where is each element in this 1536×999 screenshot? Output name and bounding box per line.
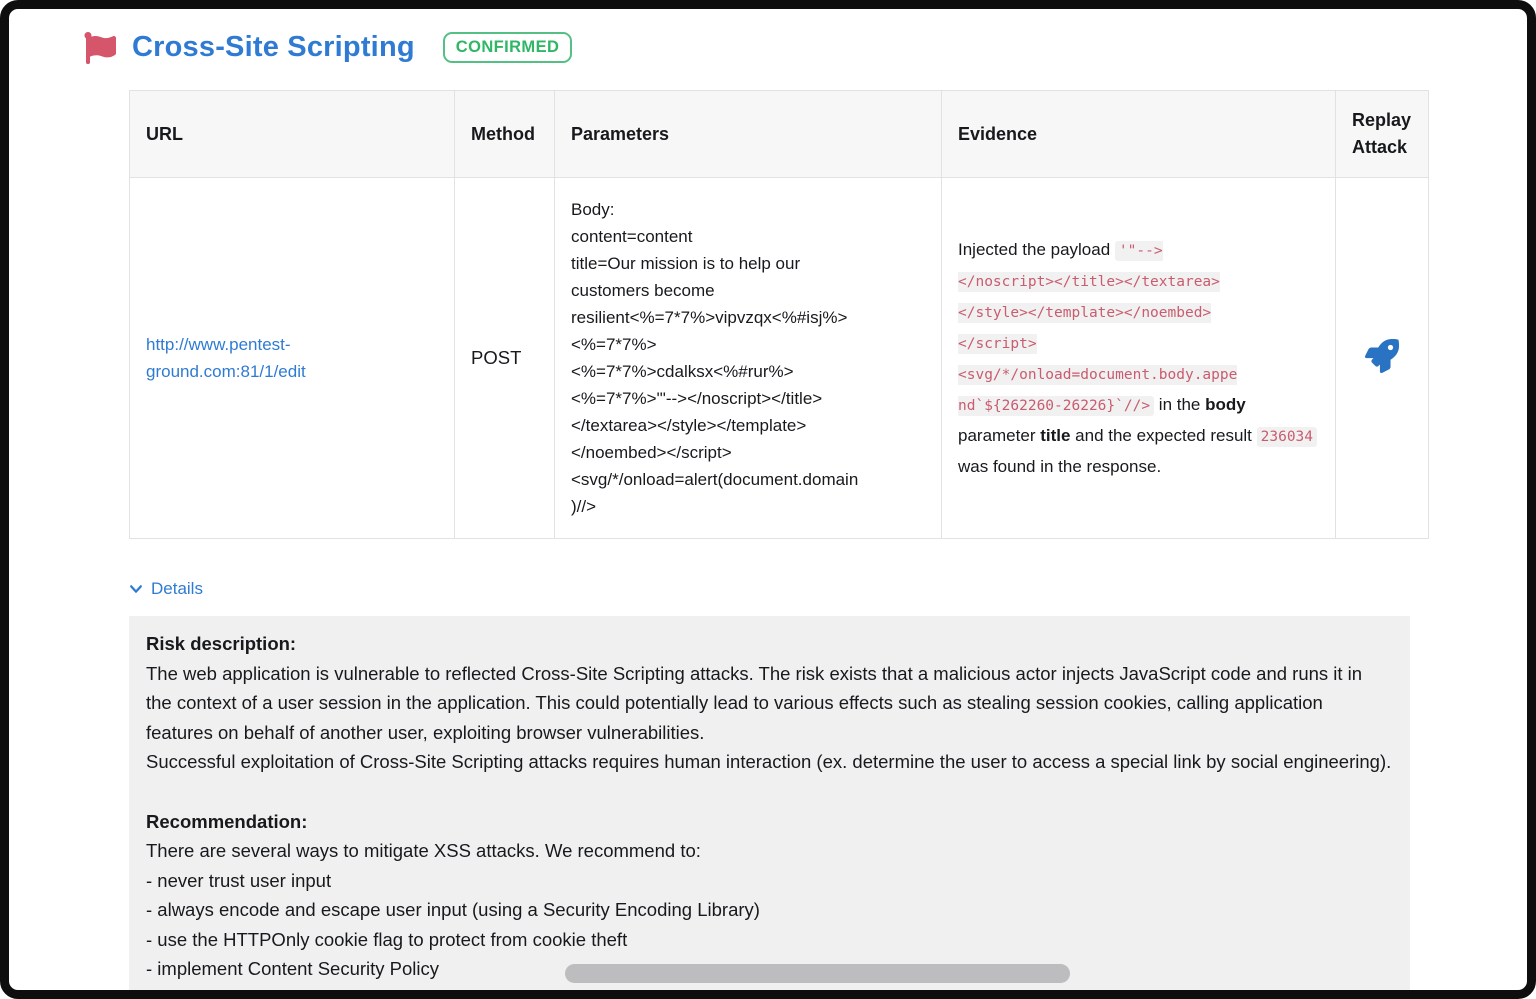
evidence-text: in the [1154,395,1205,414]
url-cell: http://www.pentest-ground.com:81/1/edit [130,178,455,539]
evidence-text: Injected the payload [958,240,1115,259]
evidence-result-code: 236034 [1257,427,1317,447]
table-header-row: URL Method Parameters Evidence Replay At… [130,91,1429,178]
details-panel: Risk description: The web application is… [129,616,1410,999]
column-header-url: URL [130,91,455,178]
report-content: Cross-Site Scripting CONFIRMED URL Metho… [9,9,1527,999]
column-header-method: Method [455,91,555,178]
details-toggle-label: Details [151,579,203,599]
replay-attack-button[interactable] [1365,339,1399,376]
method-cell: POST [455,178,555,539]
parameters-cell: Body: content=content title=Our mission … [555,178,942,539]
evidence-param-name: title [1040,426,1070,445]
evidence-payload-code: '"--> </noscript></title></textarea> </s… [958,241,1237,416]
recommendation-text: There are several ways to mitigate XSS a… [146,836,1392,984]
flag-icon [84,32,116,64]
chevron-down-icon [129,582,143,596]
page-title: Cross-Site Scripting [132,31,415,64]
details-toggle[interactable]: Details [129,579,203,599]
horizontal-scrollbar[interactable] [565,964,1070,983]
table-row: http://www.pentest-ground.com:81/1/edit … [130,178,1429,539]
finding-header: Cross-Site Scripting CONFIRMED [84,31,1410,64]
evidence-param-location: body [1205,395,1246,414]
risk-description-text: The web application is vulnerable to ref… [146,659,1392,777]
column-header-parameters: Parameters [555,91,942,178]
url-link[interactable]: http://www.pentest-ground.com:81/1/edit [146,335,306,381]
evidence-cell: Injected the payload '"--> </noscript></… [942,178,1336,539]
findings-table: URL Method Parameters Evidence Replay At… [129,90,1429,539]
risk-description-heading: Risk description: [146,629,1392,659]
report-window: Cross-Site Scripting CONFIRMED URL Metho… [0,0,1536,999]
status-badge: CONFIRMED [443,32,573,63]
column-header-replay-attack: Replay Attack [1336,91,1429,178]
replay-attack-cell [1336,178,1429,539]
rocket-icon [1365,339,1399,373]
column-header-evidence: Evidence [942,91,1336,178]
recommendation-heading: Recommendation: [146,807,1392,837]
evidence-text: and the expected result [1070,426,1256,445]
